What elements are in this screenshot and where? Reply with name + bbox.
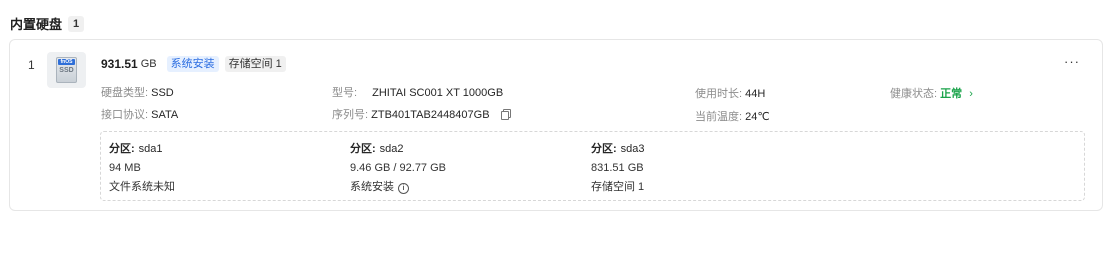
tag-system-install: 系统安装 (166, 56, 219, 72)
interface-label: 接口协议: (101, 109, 149, 121)
temperature-field: 当前温度: 24℃ (695, 108, 770, 124)
health-label: 健康状态: (890, 88, 938, 100)
disk-count-badge: 1 (68, 15, 85, 32)
partition-item: 分区: sda1 94 MB 文件系统未知 (109, 140, 175, 197)
partition-filesystem: 存储空间 1 (591, 181, 645, 193)
health-status-value[interactable]: 正常 (940, 88, 962, 100)
model-value: ZHITAI SC001 XT 1000GB (372, 87, 504, 99)
more-options-button[interactable]: ··· (1064, 54, 1080, 69)
partition-size: 9.46 GB / 92.77 GB (350, 162, 447, 174)
partition-item: 分区: sda3 831.51 GB 存储空间 1 (591, 140, 645, 197)
temperature-label: 当前温度: (695, 111, 743, 123)
partition-name: sda2 (379, 143, 404, 155)
partition-filesystem: 系统安装 (350, 181, 394, 193)
copy-icon[interactable] (500, 109, 511, 120)
partition-label: 分区: (109, 143, 135, 155)
partition-size: 831.51 GB (591, 162, 644, 174)
disk-capacity: 931.51 (101, 57, 138, 71)
health-field[interactable]: 健康状态: 正常 › (890, 85, 973, 101)
model-label: 型号: (332, 87, 358, 99)
partition-label: 分区: (591, 143, 617, 155)
uptime-field: 使用时长: 44H (695, 85, 765, 101)
serial-label: 序列号: (332, 109, 369, 121)
serial-value: ZTB401TAB2448407GB (371, 109, 490, 121)
info-icon[interactable]: i (398, 183, 409, 194)
disk-type-field: 硬盘类型: SSD (101, 84, 174, 100)
partition-filesystem: 文件系统未知 (109, 181, 175, 193)
drive-kind-label: SSD (59, 67, 74, 74)
temperature-value: 24℃ (745, 111, 770, 123)
uptime-label: 使用时长: (695, 88, 743, 100)
disk-card[interactable]: 1 fnOS SSD 931.51 GB 系统安装 存储空间 1 ··· 硬盘类… (9, 39, 1103, 211)
partition-name: sda3 (620, 143, 645, 155)
disk-type-label: 硬盘类型: (101, 87, 149, 99)
drive-brand-label: fnOS (58, 59, 75, 65)
disk-header: 931.51 GB 系统安装 存储空间 1 (101, 56, 286, 72)
uptime-value: 44H (745, 88, 766, 100)
interface-value: SATA (151, 109, 179, 121)
chevron-right-icon[interactable]: › (969, 88, 973, 100)
partition-name: sda1 (138, 143, 163, 155)
disk-type-value: SSD (151, 87, 174, 99)
partition-size: 94 MB (109, 162, 141, 174)
ssd-drive-icon: fnOS SSD (47, 52, 86, 88)
partition-list: 分区: sda1 94 MB 文件系统未知 分区: sda2 9.46 GB / 9… (100, 131, 1085, 201)
partition-item: 分区: sda2 9.46 GB / 92.77 GB 系统安装 i (350, 140, 446, 197)
interface-field: 接口协议: SATA (101, 106, 178, 122)
section-title: 内置硬盘 (10, 17, 63, 32)
serial-field: 序列号: ZTB401TAB2448407GB (332, 106, 511, 122)
model-field: 型号: ZHITAI SC001 XT 1000GB (332, 84, 503, 100)
section-header: 内置硬盘 1 (10, 14, 85, 33)
partition-label: 分区: (350, 143, 376, 155)
disk-index: 1 (28, 58, 35, 72)
disk-capacity-unit: GB (140, 58, 157, 70)
tag-storage-space: 存储空间 1 (224, 56, 286, 72)
